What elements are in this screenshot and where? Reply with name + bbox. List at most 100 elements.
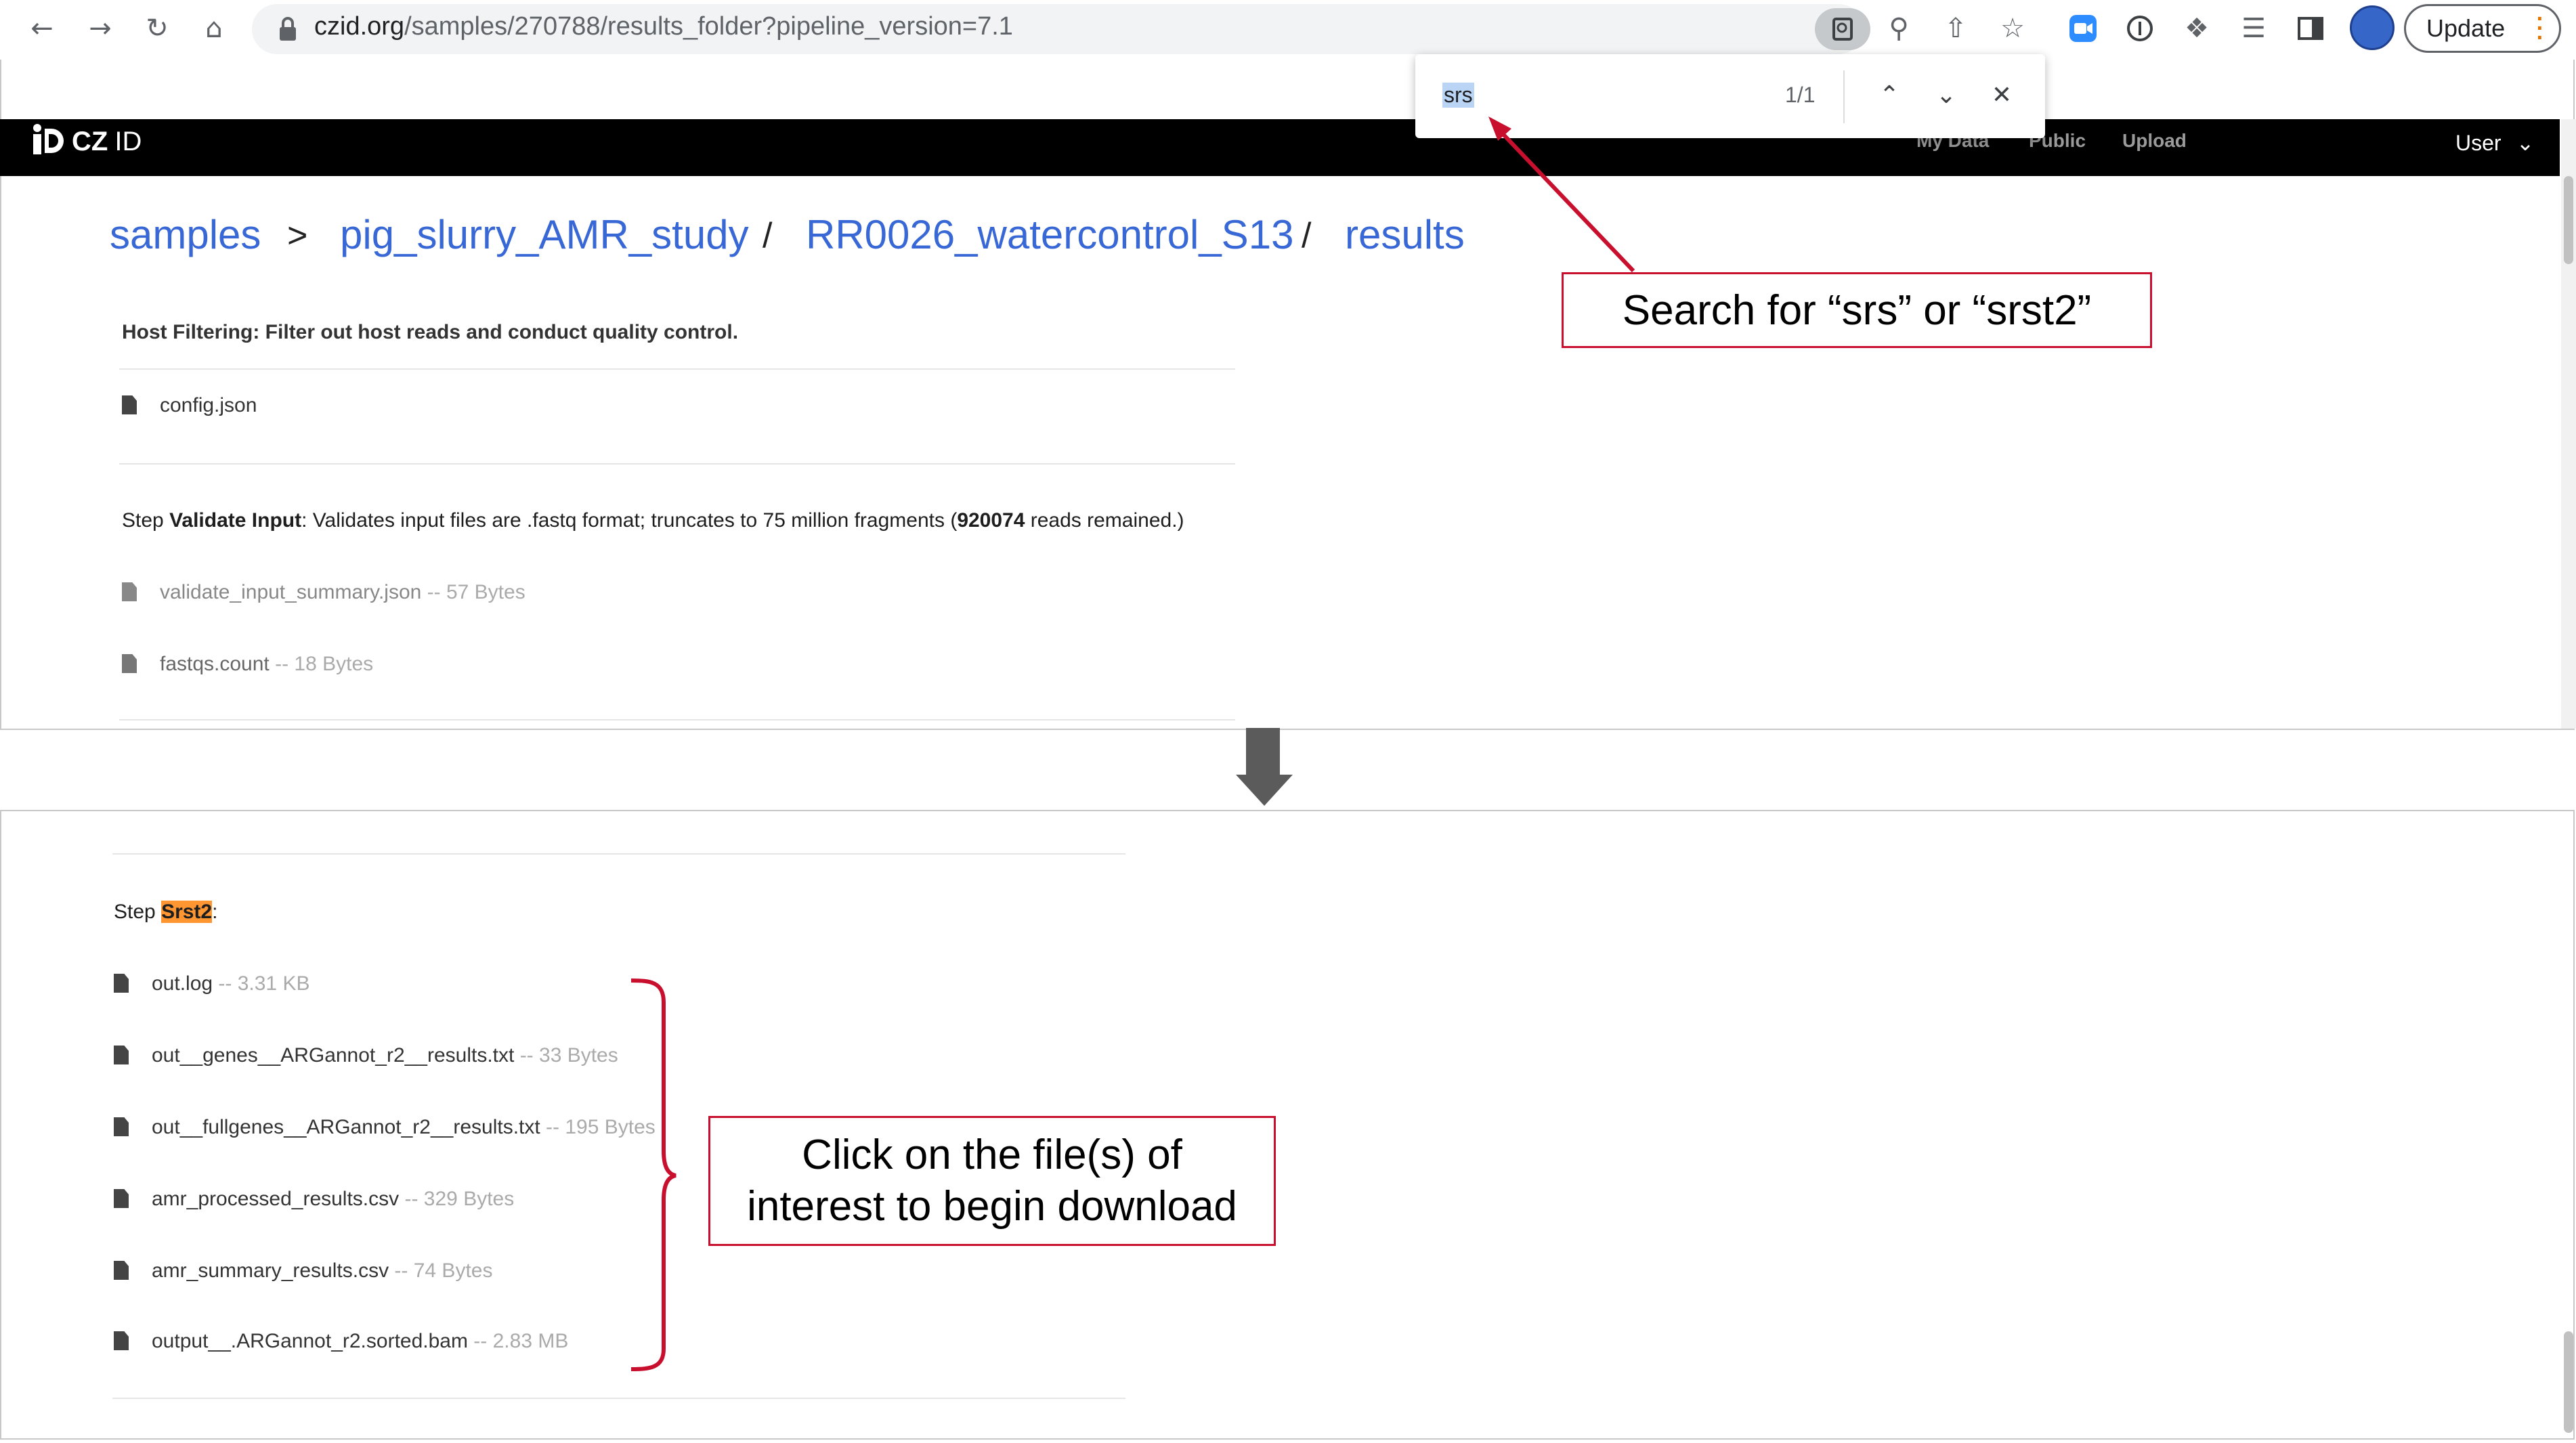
- file-size: -- 329 Bytes: [399, 1188, 515, 1210]
- file-icon: [122, 654, 137, 673]
- divider: [119, 463, 1235, 465]
- callout-line: Click on the file(s) of: [802, 1132, 1182, 1178]
- find-close-icon[interactable]: ✕: [1983, 76, 2021, 114]
- breadcrumb-project[interactable]: pig_slurry_AMR_study: [340, 211, 749, 258]
- update-button[interactable]: Update · · ·: [2404, 4, 2561, 53]
- file-config-json[interactable]: config.json: [122, 394, 257, 417]
- breadcrumb-separator: >: [287, 216, 308, 255]
- file-icon: [114, 1046, 129, 1064]
- find-in-page-icon[interactable]: [1815, 8, 1870, 50]
- file-name: out__fullgenes__ARGannot_r2__results.txt: [152, 1116, 540, 1138]
- file-size: -- 33 Bytes: [514, 1044, 618, 1067]
- file-name: amr_processed_results.csv: [152, 1188, 400, 1210]
- find-next-icon[interactable]: ⌄: [1927, 76, 1965, 114]
- file-name: out.log: [152, 972, 213, 995]
- host-filtering-heading: Host Filtering: Filter out host reads an…: [122, 321, 739, 343]
- media-queue-icon[interactable]: ☰: [2237, 12, 2270, 45]
- zoom-icon[interactable]: ⚲: [1883, 12, 1915, 45]
- divider: [112, 1398, 1125, 1399]
- extensions-puzzle-icon[interactable]: ❖: [2181, 12, 2213, 45]
- logo-text: CZ: [72, 127, 108, 156]
- file-size: -- 57 Bytes: [421, 581, 525, 603]
- step-description: : Validates input files are .fastq forma…: [301, 509, 958, 532]
- breadcrumb-results[interactable]: results: [1345, 211, 1465, 258]
- file-icon: [114, 974, 129, 993]
- search-callout: Search for “srs” or “srst2”: [1562, 272, 2152, 348]
- file-size: -- 3.31 KB: [213, 972, 310, 995]
- file-name: validate_input_summary.json: [160, 581, 422, 603]
- file-out-log[interactable]: out.log -- 3.31 KB: [114, 972, 309, 995]
- breadcrumb-separator: /: [1302, 216, 1312, 255]
- url-path: /samples/270788/results_folder?pipeline_…: [404, 12, 1013, 41]
- step-prefix: Step: [114, 901, 162, 923]
- file-name: output__.ARGannot_r2.sorted.bam: [152, 1330, 468, 1352]
- reads-count: 920074: [957, 509, 1025, 532]
- share-icon[interactable]: ⇧: [1939, 12, 1972, 45]
- reload-icon[interactable]: ↻: [141, 12, 173, 45]
- czid-logo-icon: [33, 124, 64, 154]
- browser-toolbar: ← → ↻ ⌂ czid.org/samples/270788/results_…: [0, 0, 2576, 60]
- file-fastqs-count[interactable]: fastqs.count -- 18 Bytes: [122, 653, 373, 676]
- file-name: amr_summary_results.csv: [152, 1259, 389, 1282]
- file-size: -- 74 Bytes: [389, 1259, 493, 1282]
- forward-icon[interactable]: →: [84, 12, 116, 45]
- file-amr-processed[interactable]: amr_processed_results.csv -- 329 Bytes: [114, 1188, 514, 1211]
- file-name: fastqs.count: [160, 653, 270, 675]
- step-suffix: reads remained.): [1025, 509, 1184, 532]
- step-name-highlight: Srst2: [161, 901, 213, 923]
- file-size: -- 18 Bytes: [269, 653, 374, 675]
- browser-window-top: [0, 0, 2575, 730]
- user-menu[interactable]: User ⌄: [2455, 130, 2534, 156]
- step-prefix: Step: [122, 509, 170, 532]
- profile-avatar[interactable]: [2350, 5, 2395, 50]
- password-extension-icon[interactable]: [2124, 12, 2156, 45]
- user-label: User: [2455, 131, 2502, 155]
- file-amr-summary[interactable]: amr_summary_results.csv -- 74 Bytes: [114, 1259, 492, 1283]
- update-label: Update: [2426, 14, 2506, 42]
- step-suffix: :: [212, 901, 218, 923]
- brace-icon: [630, 978, 677, 1371]
- file-size: -- 2.83 MB: [467, 1330, 569, 1352]
- validate-input-step: Step Validate Input: Validates input fil…: [122, 509, 1184, 532]
- divider: [112, 853, 1125, 855]
- click-callout: Click on the file(s) of interest to begi…: [708, 1116, 1276, 1246]
- bookmark-star-icon[interactable]: ☆: [1996, 12, 2029, 45]
- scroll-thumb-bottom[interactable]: [2564, 1331, 2573, 1433]
- file-icon: [122, 395, 137, 414]
- breadcrumb-samples[interactable]: samples: [110, 211, 261, 258]
- url-host: czid.org: [314, 12, 405, 41]
- home-icon[interactable]: ⌂: [198, 12, 230, 45]
- url-text[interactable]: czid.org/samples/270788/results_folder?p…: [314, 12, 1013, 41]
- file-icon: [114, 1117, 129, 1136]
- file-icon: [122, 582, 137, 601]
- logo-id-text: ID: [114, 127, 142, 156]
- callout-arrow-icon: [1488, 116, 1635, 273]
- find-match-count: 1/1: [1785, 83, 1816, 107]
- file-fullgenes-results[interactable]: out__fullgenes__ARGannot_r2__results.txt…: [114, 1116, 656, 1139]
- nav-upload[interactable]: Upload: [2122, 130, 2187, 152]
- divider: [119, 368, 1235, 370]
- find-previous-icon[interactable]: ⌃: [1870, 76, 1908, 114]
- more-menu-icon: · · ·: [2536, 6, 2544, 51]
- down-arrow-icon: [1246, 728, 1280, 775]
- file-validate-input-summary[interactable]: validate_input_summary.json -- 57 Bytes: [122, 581, 525, 604]
- czid-logo[interactable]: CZ ID: [30, 122, 142, 157]
- lock-icon: [280, 17, 296, 41]
- file-icon: [114, 1261, 129, 1280]
- breadcrumb-sample[interactable]: RR0026_watercontrol_S13: [806, 211, 1293, 258]
- side-panel-icon[interactable]: [2294, 12, 2327, 45]
- find-input[interactable]: srs: [1442, 83, 1474, 108]
- callout-line: interest to begin download: [747, 1183, 1237, 1230]
- zoom-extension-icon[interactable]: [2067, 12, 2099, 45]
- chevron-down-icon: ⌄: [2516, 131, 2535, 155]
- file-icon: [114, 1331, 129, 1350]
- file-sorted-bam[interactable]: output__.ARGannot_r2.sorted.bam -- 2.83 …: [114, 1330, 568, 1353]
- divider: [119, 719, 1235, 720]
- back-icon[interactable]: ←: [26, 12, 58, 45]
- find-divider: [1843, 70, 1845, 123]
- down-arrow-head: [1236, 775, 1293, 806]
- file-genes-results[interactable]: out__genes__ARGannot_r2__results.txt -- …: [114, 1044, 618, 1067]
- file-name: config.json: [160, 394, 257, 416]
- scroll-thumb-top[interactable]: [2564, 176, 2573, 264]
- file-icon: [114, 1189, 129, 1208]
